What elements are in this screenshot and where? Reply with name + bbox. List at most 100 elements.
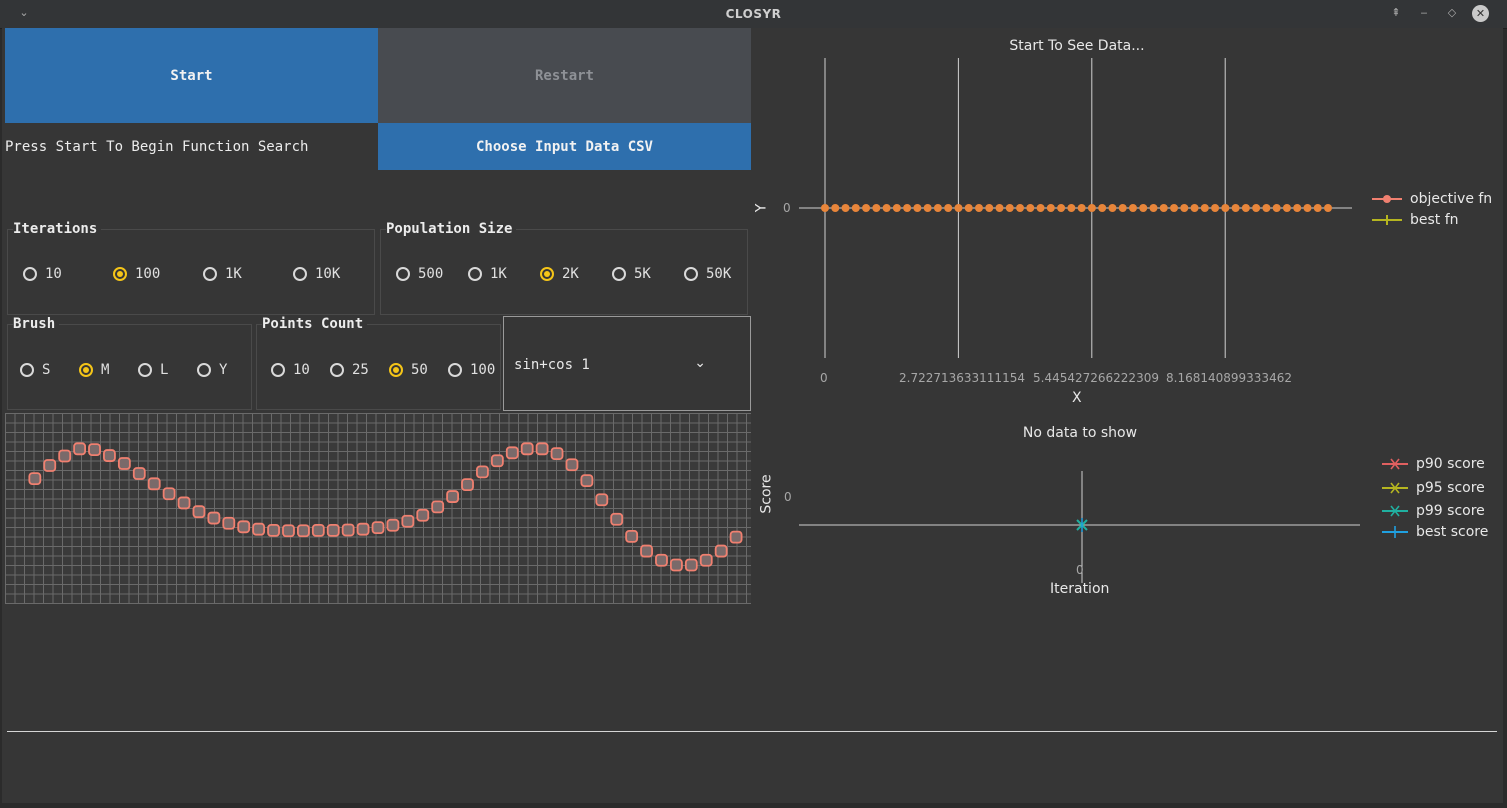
start-button[interactable]: Start	[5, 28, 378, 123]
objective-point	[882, 204, 891, 212]
close-icon[interactable]: ✕	[1472, 5, 1489, 22]
choose-csv-button[interactable]: Choose Input Data CSV	[378, 123, 751, 170]
legend-p90-score[interactable]: p90 score	[1382, 456, 1485, 472]
objective-point	[892, 204, 901, 212]
drawn-point	[192, 505, 206, 519]
brush-option[interactable]: M	[79, 362, 109, 378]
drawn-point	[267, 523, 280, 537]
function-select[interactable]: sin+cos 1 ⌄	[503, 316, 751, 411]
drawn-point	[147, 477, 161, 491]
points-count-option[interactable]: 100	[448, 362, 495, 378]
objective-point	[1108, 204, 1117, 212]
radio-icon	[271, 363, 285, 377]
legend-p99-score[interactable]: p99 score	[1382, 503, 1485, 519]
objective-point	[1036, 204, 1045, 212]
score-chart-xlabel: Iteration	[1050, 581, 1110, 597]
keep-above-icon[interactable]: ⇞	[1388, 5, 1404, 21]
objective-point	[964, 204, 973, 212]
drawn-point	[401, 514, 415, 528]
iterations-option[interactable]: 10	[23, 266, 62, 282]
score-chart-ytick: 0	[784, 490, 792, 504]
drawn-point	[222, 516, 236, 530]
points-count-option[interactable]: 50	[389, 362, 428, 378]
objective-chart-ytick: 0	[783, 201, 791, 215]
objective-point	[1313, 204, 1322, 212]
drawn-point	[341, 523, 355, 537]
drawn-point	[177, 496, 191, 510]
drawn-point	[476, 465, 489, 479]
title-bar: ⌄ CLOSYR ⇞ ‒ ◇ ✕	[0, 0, 1507, 29]
radio-icon	[79, 363, 93, 377]
population-option[interactable]: 1K	[468, 266, 507, 282]
population-option[interactable]: 50K	[684, 266, 731, 282]
objective-chart-xtick: 8.168140899333462	[1166, 371, 1292, 385]
drawn-point	[595, 493, 609, 507]
objective-point	[1087, 204, 1096, 212]
drawn-point	[610, 512, 624, 526]
legend-best-score[interactable]: best score	[1382, 524, 1488, 540]
objective-point	[1170, 204, 1179, 212]
drawn-point	[252, 522, 266, 536]
radio-icon	[113, 267, 127, 281]
drawn-point	[282, 524, 295, 538]
radio-icon	[138, 363, 152, 377]
drawing-canvas[interactable]	[5, 413, 751, 604]
score-chart-ylabel: Score	[758, 474, 775, 514]
function-select-value: sin+cos 1	[514, 357, 590, 373]
objective-point	[1303, 204, 1312, 212]
iterations-option[interactable]: 10K	[293, 266, 340, 282]
drawn-point	[58, 449, 72, 463]
objective-point	[1016, 204, 1025, 212]
population-option[interactable]: 2K	[540, 266, 579, 282]
objective-point	[1005, 204, 1014, 212]
drawn-point	[655, 553, 668, 567]
population-option[interactable]: 5K	[612, 266, 651, 282]
legend-p95-score[interactable]: p95 score	[1382, 480, 1485, 496]
drawn-point	[162, 487, 176, 501]
drawn-point	[729, 530, 743, 544]
drawn-point	[461, 478, 474, 492]
points-count-option[interactable]: 25	[330, 362, 369, 378]
radio-icon	[540, 267, 554, 281]
iterations-option[interactable]: 1K	[203, 266, 242, 282]
objective-point	[923, 204, 932, 212]
maximize-icon[interactable]: ◇	[1444, 5, 1460, 21]
radio-icon	[684, 267, 698, 281]
points-count-option[interactable]: 10	[271, 362, 310, 378]
drawn-point	[88, 443, 101, 457]
objective-point	[1293, 204, 1302, 212]
population-option[interactable]: 500	[396, 266, 443, 282]
radio-icon	[468, 267, 482, 281]
brush-option[interactable]: Y	[197, 362, 227, 378]
objective-point	[1139, 204, 1148, 212]
objective-point	[1221, 204, 1230, 212]
brush-option[interactable]: S	[20, 362, 50, 378]
drawn-point	[490, 454, 504, 468]
minimize-icon[interactable]: ‒	[1416, 5, 1432, 21]
points-count-group: Points Count 10 25 50 100	[256, 316, 501, 410]
objective-point	[1262, 204, 1271, 212]
objective-point	[1252, 204, 1261, 212]
objective-chart-xtick: 5.445427266222309	[1033, 371, 1159, 385]
app-window: Start Restart Press Start To Begin Funct…	[2, 28, 1503, 803]
legend-best-fn[interactable]: best fn	[1372, 212, 1459, 228]
objective-point	[1118, 204, 1127, 212]
drawn-point	[117, 457, 131, 470]
drawn-point	[520, 442, 534, 456]
restart-button[interactable]: Restart	[378, 28, 751, 123]
drawn-point	[640, 544, 653, 558]
objective-point	[862, 204, 871, 212]
objective-point	[1272, 204, 1281, 212]
objective-point	[831, 204, 840, 212]
radio-icon	[448, 363, 462, 377]
radio-icon	[197, 363, 211, 377]
drawn-point	[580, 474, 594, 488]
brush-option[interactable]: L	[138, 362, 168, 378]
drawn-point	[565, 458, 579, 472]
objective-point	[1190, 204, 1199, 212]
iterations-option[interactable]: 100	[113, 266, 160, 282]
brush-group: Brush S M L Y	[7, 316, 252, 410]
drawn-point	[132, 467, 146, 480]
drawn-point	[446, 490, 460, 503]
legend-objective-fn[interactable]: objective fn	[1372, 191, 1492, 207]
